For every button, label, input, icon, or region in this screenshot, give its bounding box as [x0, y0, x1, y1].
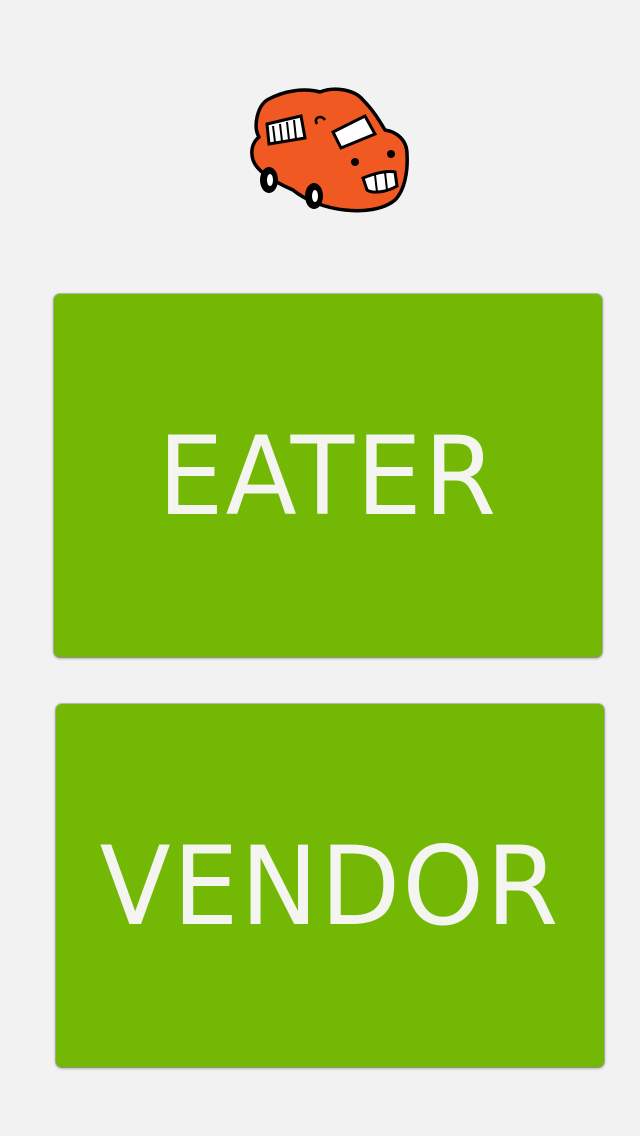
eater-button[interactable]: EATER [54, 294, 602, 657]
vendor-button[interactable]: VENDOR [56, 704, 604, 1067]
eater-button-label: EATER [157, 411, 499, 540]
vendor-button-label: VENDOR [99, 821, 561, 950]
food-truck-logo-icon [245, 82, 410, 214]
